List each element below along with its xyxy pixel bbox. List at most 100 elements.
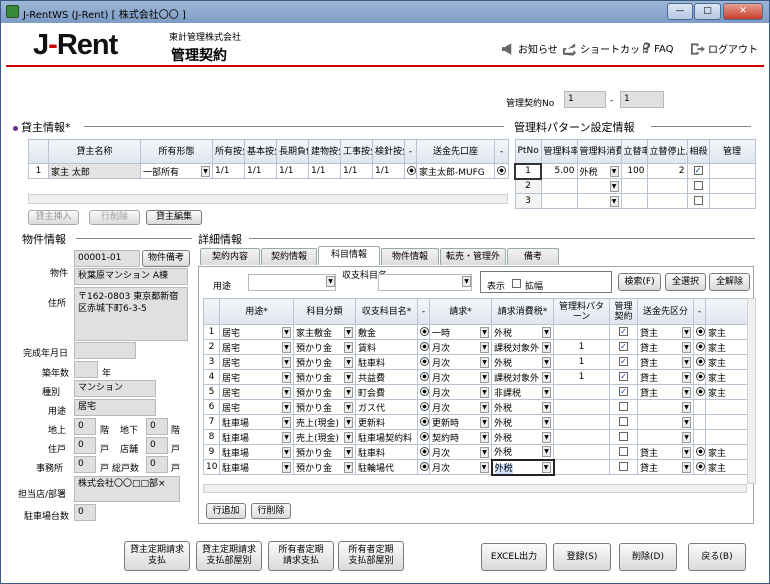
tab-3[interactable]: 物件情報 — [381, 248, 439, 265]
category-select[interactable]: 預かり金 ▼ — [293, 339, 356, 355]
tab-1[interactable]: 契約情報 — [261, 248, 317, 265]
billing-tax-select[interactable]: 外税 ▼ — [491, 444, 554, 460]
tab-2[interactable]: 科目情報 — [318, 246, 380, 265]
ratio-cell[interactable]: 1/1 — [340, 163, 373, 179]
fee-pattern-cell[interactable] — [553, 384, 610, 400]
dropdown-arrow-icon[interactable]: ▼ — [480, 371, 489, 383]
offset-checkbox[interactable] — [686, 178, 710, 194]
dropdown-arrow-icon[interactable]: ▼ — [282, 371, 291, 383]
advance-stop-cell[interactable] — [646, 193, 688, 209]
subject-radio[interactable] — [417, 399, 430, 415]
dropdown-arrow-icon[interactable]: ▼ — [282, 416, 291, 428]
dropdown-arrow-icon[interactable]: ▼ — [480, 326, 489, 338]
dropdown-arrow-icon[interactable]: ▼ — [542, 401, 551, 413]
billing-tax-select[interactable]: 外税 ▼ — [491, 399, 554, 415]
destination-radio[interactable] — [693, 354, 706, 370]
owner-billing-button[interactable]: 貸主定期請求 支払 — [124, 541, 190, 571]
shortcut-link[interactable]: ショートカット — [562, 41, 650, 56]
dropdown-arrow-icon[interactable]: ▼ — [282, 326, 291, 338]
tab-0[interactable]: 契約内容 — [200, 248, 260, 265]
billing-tax-select[interactable]: 外税 ▼ — [491, 324, 554, 340]
subject-name-cell[interactable]: 駐車料 — [355, 444, 418, 460]
logout-link[interactable]: ログアウト — [690, 41, 758, 56]
account-cell[interactable]: 家主太郎-MUFG — [416, 163, 495, 179]
tab-5[interactable]: 備考 — [507, 248, 559, 265]
contract-checkbox[interactable]: ✓ — [609, 324, 638, 340]
fee-pattern-cell[interactable]: 1 — [553, 369, 610, 385]
contract-checkbox[interactable] — [609, 414, 638, 430]
dropdown-arrow-icon[interactable]: ▼ — [344, 446, 353, 458]
subject-radio[interactable] — [417, 459, 430, 475]
dropdown-arrow-icon[interactable]: ▼ — [682, 371, 691, 383]
owner-insert-button[interactable]: 貸主挿入 — [28, 210, 79, 225]
subject-name-cell[interactable]: 町会費 — [355, 384, 418, 400]
use-select[interactable]: 居宅 ▼ — [219, 354, 294, 370]
use-select[interactable]: 駐車場 ▼ — [219, 459, 294, 475]
contract-checkbox[interactable]: ✓ — [609, 369, 638, 385]
expand-checkbox[interactable] — [512, 279, 521, 288]
destination-select[interactable]: 貸主 ▼ — [637, 369, 694, 385]
billing-select[interactable]: 更新時 ▼ — [429, 414, 492, 430]
dropdown-arrow-icon[interactable]: ▼ — [682, 432, 691, 443]
dropdown-arrow-icon[interactable]: ▼ — [480, 431, 489, 443]
category-select[interactable]: 売上(現金) ▼ — [293, 414, 356, 430]
owner-row[interactable]: 1 家主 太郎 一部所有 ▼ 1/1 1/1 1/1 1/1 1/1 1/1 家主… — [28, 163, 509, 179]
fee-pattern-cell[interactable] — [553, 444, 610, 460]
destination-select[interactable]: 貸主 ▼ — [637, 444, 694, 460]
close-button[interactable]: ✕ — [723, 3, 763, 20]
use-select[interactable]: 居宅 ▼ — [219, 399, 294, 415]
fee-management-cell[interactable] — [708, 178, 756, 194]
fee-pattern-row[interactable]: 1 5.00 外税 ▼ 100 2 ✓ — [514, 162, 756, 180]
category-select[interactable]: 預かり金 ▼ — [293, 399, 356, 415]
destination-select[interactable]: 貸主 ▼ — [637, 354, 694, 370]
dropdown-arrow-icon[interactable]: ▼ — [480, 386, 489, 398]
use-select[interactable]: 居宅 ▼ — [219, 369, 294, 385]
advance-rate-cell[interactable]: 100 — [620, 163, 648, 179]
category-select[interactable]: 家主敷金 ▼ — [293, 324, 356, 340]
use-select[interactable]: 駐車場 ▼ — [219, 414, 294, 430]
subject-name-cell[interactable]: 賃料 — [355, 339, 418, 355]
billing-select[interactable]: 月次 ▼ — [429, 444, 492, 460]
subject-name-cell[interactable]: 駐輪場代 — [355, 459, 418, 475]
dropdown-arrow-icon[interactable]: ▼ — [282, 401, 291, 413]
contract-checkbox[interactable]: ✓ — [609, 354, 638, 370]
dropdown-arrow-icon[interactable]: ▼ — [344, 386, 353, 398]
billing-select[interactable]: 月次 ▼ — [429, 399, 492, 415]
faq-link[interactable]: ? FAQ — [643, 41, 674, 57]
subject-horizontal-scrollbar[interactable] — [203, 484, 747, 493]
use-select[interactable]: 駐車場 ▼ — [219, 444, 294, 460]
contract-checkbox[interactable] — [609, 459, 638, 475]
delete-row-button[interactable]: 行削除 — [251, 503, 291, 519]
destination-radio[interactable] — [693, 444, 706, 460]
dropdown-arrow-icon[interactable]: ▼ — [542, 326, 551, 338]
dropdown-arrow-icon[interactable]: ▼ — [682, 417, 691, 428]
dropdown-arrow-icon[interactable]: ▼ — [282, 341, 291, 353]
billing-select[interactable]: 月次 ▼ — [429, 369, 492, 385]
dropdown-arrow-icon[interactable]: ▼ — [344, 416, 353, 428]
pt-no-cell[interactable]: 2 — [514, 178, 542, 194]
add-row-button[interactable]: 行追加 — [206, 503, 246, 519]
delete-button[interactable]: 削除(D) — [619, 543, 677, 571]
destination-select[interactable]: 貸主 ▼ — [637, 459, 694, 475]
subject-row[interactable]: 6 居宅 ▼ 預かり金 ▼ ガス代 月次 ▼ 外税 ▼ ▼ — [203, 399, 748, 415]
billing-tax-select[interactable]: 外税 ▼ — [490, 458, 555, 476]
dropdown-arrow-icon[interactable]: ▼ — [344, 461, 353, 473]
filter-use-select[interactable]: ▼ — [248, 274, 336, 291]
offset-checkbox[interactable]: ✓ — [686, 163, 710, 179]
subject-row[interactable]: 5 居宅 ▼ 預かり金 ▼ 町会費 月次 ▼ 非課税 ▼ ✓ 貸主 ▼ 家主 — [203, 384, 748, 400]
dropdown-arrow-icon[interactable]: ▼ — [480, 401, 489, 413]
offset-checkbox[interactable] — [686, 193, 710, 209]
subject-radio[interactable] — [417, 339, 430, 355]
dropdown-arrow-icon[interactable]: ▼ — [542, 341, 551, 353]
dropdown-arrow-icon[interactable]: ▼ — [682, 341, 691, 353]
dropdown-arrow-icon[interactable]: ▼ — [326, 276, 335, 287]
owner-horizontal-scrollbar[interactable] — [28, 194, 508, 204]
destination-select[interactable]: ▼ — [637, 399, 694, 415]
dropdown-arrow-icon[interactable]: ▼ — [282, 386, 291, 398]
dropdown-arrow-icon[interactable]: ▼ — [344, 326, 353, 338]
account-radio[interactable] — [494, 163, 509, 179]
billing-tax-select[interactable]: 課税対象外 ▼ — [491, 369, 554, 385]
dropdown-arrow-icon[interactable]: ▼ — [480, 446, 489, 458]
contract-checkbox[interactable] — [609, 444, 638, 460]
fee-rate-cell[interactable] — [540, 193, 578, 209]
